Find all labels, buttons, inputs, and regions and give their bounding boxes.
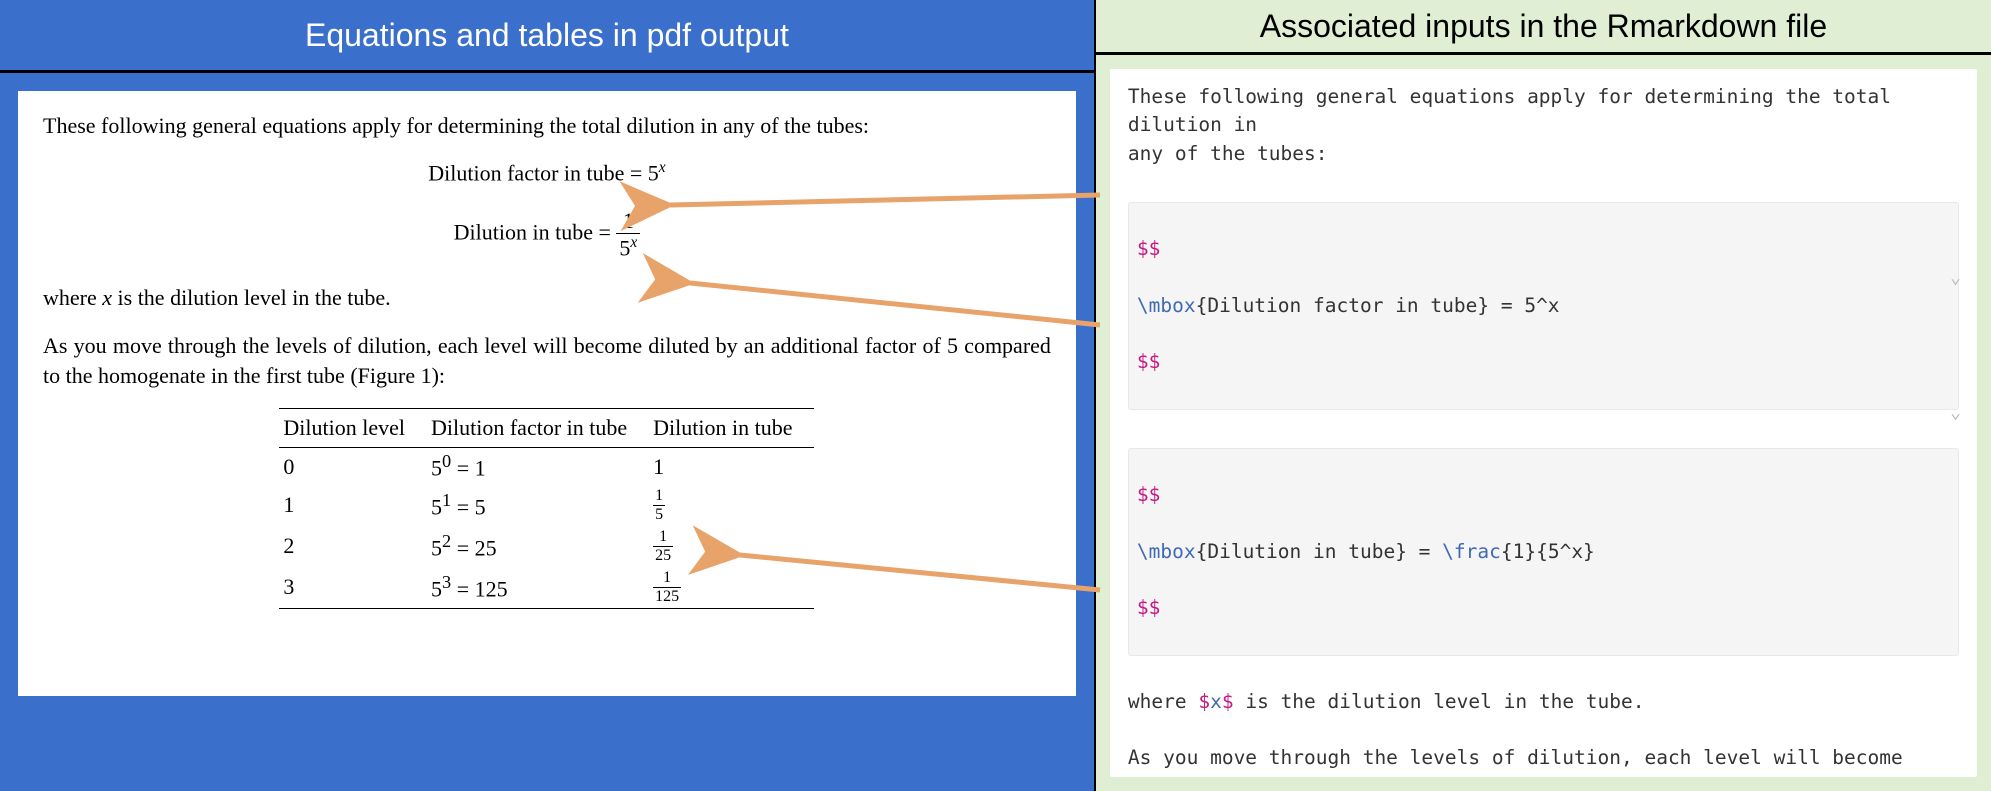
table-row: 3 53 = 125 1125: [279, 567, 814, 609]
src-intro-line2: any of the tubes:: [1128, 140, 1959, 168]
left-panel-body: These following general equations apply …: [0, 73, 1094, 791]
src-math-block-2: $$ \mbox{Dilution in tube} = \frac{1}{5^…: [1128, 448, 1959, 656]
pdf-equation-1: Dilution factor in tube = 5x: [43, 159, 1051, 186]
src-intro-line1: These following general equations apply …: [1128, 83, 1959, 140]
eq2-label: Dilution in tube =: [454, 220, 617, 245]
right-panel: Associated inputs in the Rmarkdown file …: [1094, 0, 1991, 791]
eq2-numerator: 1: [616, 210, 640, 234]
table-header-row: Dilution level Dilution factor in tube D…: [279, 409, 814, 448]
pdf-intro-text: These following general equations apply …: [43, 111, 1051, 141]
pdf-where-text: where x is the dilution level in the tub…: [43, 283, 1051, 313]
table-row: 0 50 = 1 1: [279, 448, 814, 485]
eq2-fraction: 1 5x: [616, 210, 640, 259]
src-para2-line1: As you move through the levels of diluti…: [1128, 744, 1959, 777]
th-factor: Dilution factor in tube: [427, 409, 649, 448]
table-row: 2 52 = 25 125: [279, 526, 814, 567]
left-panel-header: Equations and tables in pdf output: [0, 0, 1094, 73]
th-level: Dilution level: [279, 409, 427, 448]
pdf-preview: These following general equations apply …: [18, 91, 1076, 696]
chevron-down-icon[interactable]: ⌄: [1950, 265, 1961, 291]
table-row: 1 51 = 5 15: [279, 485, 814, 526]
left-panel: Equations and tables in pdf output These…: [0, 0, 1094, 791]
eq1-exponent: x: [659, 159, 666, 176]
where-variable: x: [102, 285, 112, 310]
rmarkdown-source[interactable]: These following general equations apply …: [1110, 69, 1977, 777]
eq2-denominator: 5x: [616, 234, 640, 259]
th-intube: Dilution in tube: [649, 409, 814, 448]
pdf-equation-2: Dilution in tube = 1 5x: [43, 210, 1051, 259]
pdf-para2-text: As you move through the levels of diluti…: [43, 331, 1051, 390]
right-panel-body: These following general equations apply …: [1096, 55, 1991, 791]
pdf-dilution-table: Dilution level Dilution factor in tube D…: [279, 408, 814, 608]
right-panel-header: Associated inputs in the Rmarkdown file: [1096, 0, 1991, 55]
src-where-line: where $x$ is the dilution level in the t…: [1128, 688, 1959, 716]
layout-container: Equations and tables in pdf output These…: [0, 0, 1991, 791]
chevron-down-icon[interactable]: ⌄: [1950, 400, 1961, 426]
eq1-label: Dilution factor in tube = 5: [428, 160, 659, 185]
right-header-text: Associated inputs in the Rmarkdown file: [1260, 8, 1827, 45]
left-header-text: Equations and tables in pdf output: [305, 17, 789, 54]
src-math-block-1: $$ \mbox{Dilution factor in tube} = 5^x …: [1128, 202, 1959, 410]
